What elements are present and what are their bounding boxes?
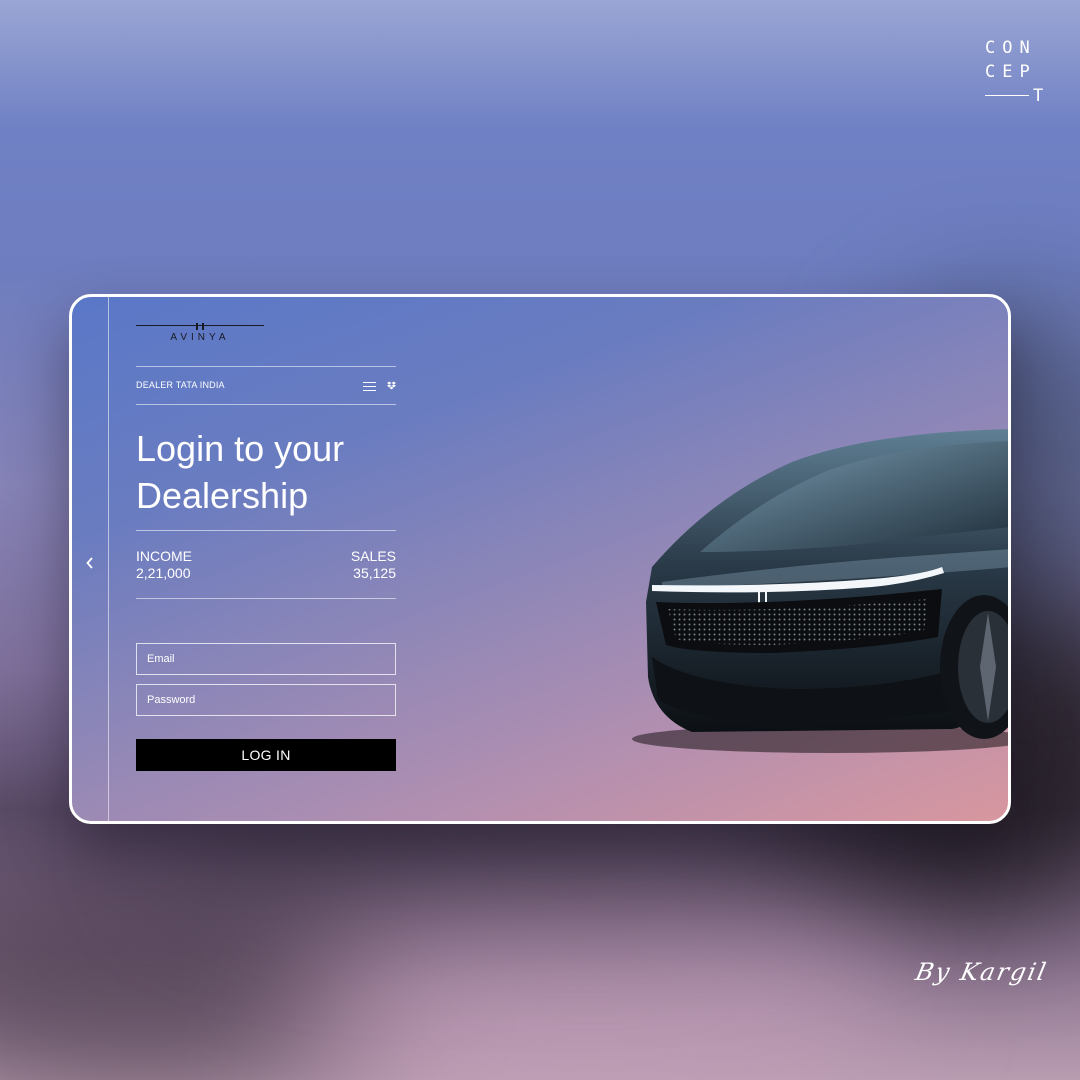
income-stat: INCOME 2,21,000 [136, 548, 192, 582]
page-title: Login to your Dealership [136, 425, 398, 519]
dealer-label: DEALER TATA INDIA [136, 380, 225, 390]
author-signature: By Kargil [913, 958, 1051, 986]
concept-row-2: CEP [985, 62, 1037, 82]
sales-stat: SALES 35,125 [351, 548, 396, 582]
sales-label: SALES [350, 548, 396, 564]
back-button[interactable] [78, 551, 102, 575]
divider [136, 366, 396, 367]
dealer-login-window: AVINYA DEALER TATA INDIA Login to your D… [69, 294, 1011, 824]
divider [136, 598, 396, 599]
concept-row-3: T [1033, 86, 1044, 106]
password-field[interactable] [136, 684, 396, 716]
sales-value: 35,125 [353, 565, 396, 581]
concept-row-1: CON [985, 38, 1037, 58]
title-line-2: Dealership [136, 475, 309, 516]
side-rail [72, 297, 109, 821]
dropbox-icon[interactable] [387, 381, 396, 390]
logo-text: AVINYA [170, 332, 230, 343]
chevron-left-icon [86, 557, 93, 569]
income-label: INCOME [136, 548, 192, 564]
income-value: 2,21,000 [136, 565, 191, 581]
divider [136, 404, 396, 405]
email-field[interactable] [136, 643, 396, 675]
concept-mark: CON CEP T [985, 36, 1051, 108]
hamburger-menu-icon[interactable] [363, 382, 376, 391]
title-line-1: Login to your [136, 428, 345, 469]
login-button[interactable]: LOG IN [136, 739, 396, 771]
avinya-logo: AVINYA [136, 323, 264, 347]
car-image [632, 429, 1008, 753]
concept-rule [985, 95, 1029, 96]
divider [136, 530, 396, 531]
